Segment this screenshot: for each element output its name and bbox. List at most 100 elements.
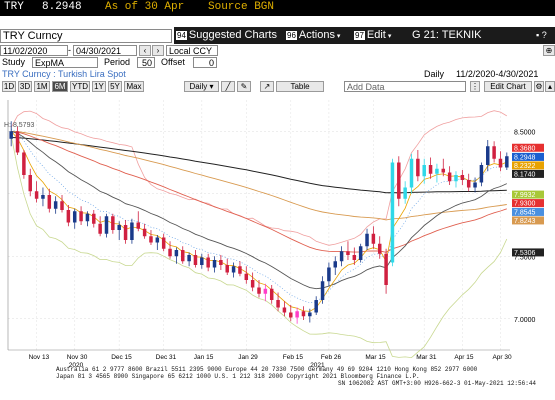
- candle-body: [72, 211, 77, 223]
- period-ytd[interactable]: YTD: [70, 81, 90, 92]
- window-title: G 21: TEKNIK COZUMLEM...: [412, 29, 485, 56]
- candle-body: [327, 267, 331, 282]
- candle-body: [225, 265, 229, 273]
- as-of-date: As of 30 Apr: [105, 1, 185, 13]
- candle-body: [352, 255, 357, 260]
- end-date-input[interactable]: 04/30/2021: [73, 45, 137, 56]
- period-1y[interactable]: 1Y: [92, 81, 106, 92]
- suggested-charts-menu[interactable]: 94 Suggested Charts: [176, 28, 277, 43]
- actions-menu[interactable]: 96 Actions ▾: [286, 28, 340, 43]
- price-label: 7.9300: [514, 201, 536, 208]
- x-tick-label: Jan 29: [238, 354, 258, 361]
- prev-arrow-icon[interactable]: ‹: [139, 45, 151, 56]
- candle-body: [155, 237, 160, 243]
- x-tick-label: Mar 15: [365, 354, 386, 361]
- study-select[interactable]: ExpMA: [32, 57, 98, 68]
- candle-body: [212, 260, 217, 268]
- candle-body: [269, 288, 274, 300]
- candle-body: [123, 225, 128, 240]
- offset-input[interactable]: 0: [193, 57, 217, 68]
- period-label: Period: [104, 57, 131, 67]
- price-label: 7.5306: [514, 250, 536, 257]
- price-source: Source BGN: [208, 1, 275, 13]
- candle-body: [41, 195, 45, 199]
- security-header: TRY 8.2948 As of 30 Apr Source BGN: [0, 0, 555, 16]
- candle-body: [403, 187, 407, 199]
- footer-line-3: SN 1062082 AST GMT+3:00 H926-662-3 01-Ma…: [338, 380, 537, 387]
- candle-body: [308, 312, 312, 317]
- more-icon[interactable]: ⋮: [470, 81, 480, 92]
- window-controls-icon[interactable]: ▪ ?: [536, 28, 547, 43]
- candle-body: [219, 260, 223, 265]
- edit-menu[interactable]: 97 Edit ▾: [354, 28, 391, 43]
- candle-body: [447, 172, 452, 182]
- edit-chart-button[interactable]: Edit Chart: [484, 81, 532, 92]
- period-1d[interactable]: 1D: [2, 81, 16, 92]
- candle-body: [505, 156, 509, 168]
- candle-body: [149, 236, 153, 243]
- line-chart-icon[interactable]: ╱: [221, 81, 235, 92]
- candle-body: [263, 288, 268, 294]
- candle-body: [98, 223, 102, 234]
- candle-body: [295, 311, 299, 318]
- footer-line-2: Japan 81 3 4565 8900 Singapore 65 6212 1…: [56, 373, 420, 380]
- candle-body: [66, 210, 71, 223]
- next-arrow-icon[interactable]: ›: [152, 45, 164, 56]
- candle-body: [339, 251, 344, 262]
- last-price: 8.2948: [42, 1, 82, 13]
- candle-body: [53, 201, 58, 209]
- table-button[interactable]: Table: [276, 81, 324, 92]
- security-description: TRY Curncy : Turkish Lira Spot: [2, 69, 126, 79]
- period-6m[interactable]: 6M: [52, 81, 68, 92]
- candle-body: [371, 233, 376, 244]
- candle-body: [47, 195, 52, 209]
- currency-select[interactable]: Local CCY: [166, 45, 218, 56]
- frequency-select[interactable]: Daily ▾: [184, 81, 219, 92]
- price-label: 7.9932: [514, 192, 536, 199]
- zoom-icon[interactable]: ⊕: [543, 45, 555, 56]
- price-label: 8.1740: [514, 171, 536, 178]
- candle-body: [377, 243, 382, 254]
- x-tick-label: Feb 26: [321, 354, 342, 361]
- candle-body: [180, 250, 185, 262]
- candle-body: [358, 246, 363, 260]
- annotate-icon[interactable]: ↗: [260, 81, 274, 92]
- candle-body: [168, 248, 172, 257]
- candle-body: [460, 175, 465, 180]
- candle-body: [60, 201, 64, 210]
- period-5y[interactable]: 5Y: [108, 81, 122, 92]
- start-date-input[interactable]: 11/02/2020: [0, 45, 68, 56]
- draw-icon[interactable]: ✎: [237, 81, 251, 92]
- candle-body: [422, 165, 426, 177]
- candle-body: [34, 191, 39, 199]
- period-input[interactable]: 50: [137, 57, 155, 68]
- frequency-label: Daily: [424, 69, 445, 79]
- candle-body: [142, 228, 147, 237]
- candle-body: [117, 225, 121, 230]
- candle-body: [206, 257, 210, 268]
- y-tick-label: 7.0000: [514, 317, 536, 324]
- ticker-input[interactable]: TRY Curncy: [0, 29, 172, 43]
- settings-icon[interactable]: ⚙: [534, 81, 544, 92]
- candle-body: [282, 307, 287, 313]
- x-tick-label: Nov 30: [67, 354, 88, 361]
- menu-bar: 94 Suggested Charts 96 Actions ▾ 97 Edit ▾ …: [174, 27, 555, 56]
- candle-body: [193, 255, 198, 265]
- period-1m[interactable]: 1M: [34, 81, 50, 92]
- x-tick-label: Feb 15: [283, 354, 304, 361]
- period-max[interactable]: Max: [124, 81, 144, 92]
- candle-body: [136, 222, 141, 229]
- candle-body: [333, 261, 338, 268]
- collapse-icon[interactable]: ▴: [545, 81, 555, 92]
- add-data-input[interactable]: Add Data: [344, 81, 466, 92]
- candle-body: [301, 311, 306, 317]
- candle-body: [479, 165, 484, 183]
- candle-body: [130, 222, 134, 240]
- price-label: 8.2322: [514, 163, 536, 170]
- candle-body: [161, 237, 166, 249]
- period-3d[interactable]: 3D: [18, 81, 32, 92]
- candle-body: [289, 312, 293, 318]
- candle-body: [250, 280, 255, 288]
- x-tick-label: Dec 15: [111, 354, 132, 361]
- candle-body: [111, 216, 115, 230]
